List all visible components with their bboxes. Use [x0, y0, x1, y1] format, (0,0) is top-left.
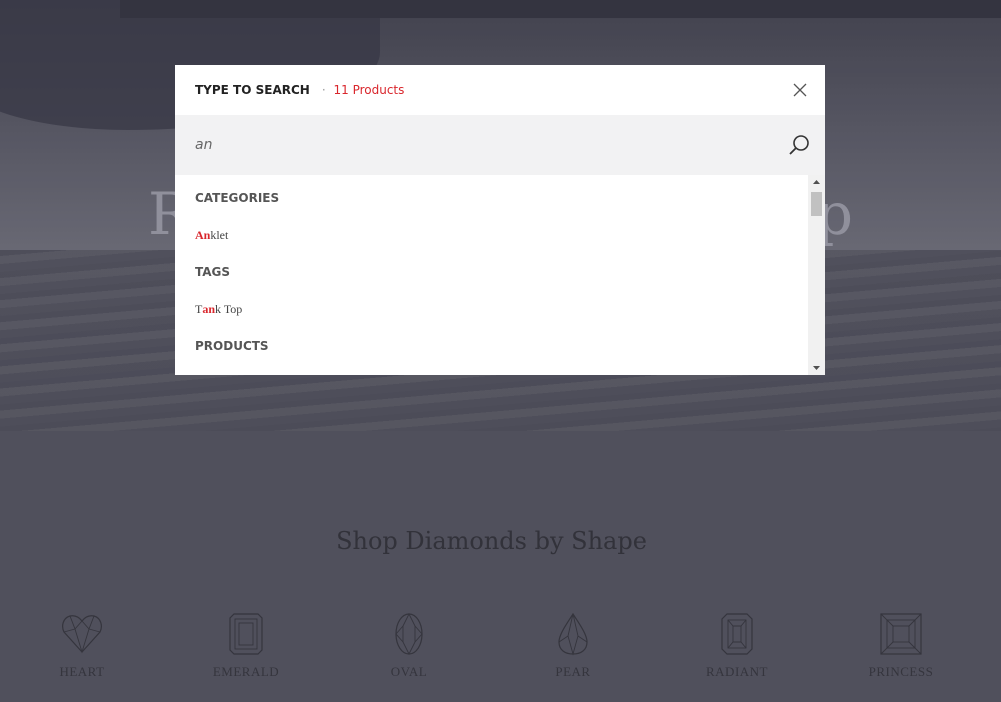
result-text-post: k Top [215, 302, 243, 316]
result-count-text: 11 Products [333, 83, 405, 97]
close-button[interactable] [791, 81, 809, 99]
result-item-category[interactable]: Anklet [195, 228, 788, 243]
group-title-tags: TAGS [195, 265, 231, 279]
result-text-post: klet [210, 228, 229, 242]
search-bar [175, 115, 825, 175]
close-icon [793, 83, 807, 97]
result-count: · 11 Products [322, 83, 405, 97]
scroll-thumb[interactable] [811, 192, 822, 216]
search-button[interactable] [787, 133, 811, 157]
scroll-down-button[interactable] [808, 361, 825, 375]
search-modal: TYPE TO SEARCH · 11 Products CATEGORIES … [175, 65, 825, 375]
scroll-up-button[interactable] [808, 175, 825, 189]
modal-header: TYPE TO SEARCH · 11 Products [175, 65, 825, 115]
search-results: CATEGORIES Anklet TAGS Tank Top PRODUCTS [175, 175, 808, 375]
modal-title: TYPE TO SEARCH [195, 83, 310, 97]
result-match: an [202, 302, 216, 316]
search-icon [789, 135, 809, 155]
result-match: An [195, 228, 211, 242]
group-title-categories: CATEGORIES [195, 191, 280, 205]
count-separator: · [321, 83, 326, 97]
results-scrollbar[interactable] [808, 175, 825, 375]
arrow-up-icon [813, 180, 820, 184]
result-item-tag[interactable]: Tank Top [195, 302, 788, 317]
search-input[interactable] [195, 137, 755, 153]
arrow-down-icon [813, 366, 820, 370]
group-title-products: PRODUCTS [195, 339, 269, 353]
